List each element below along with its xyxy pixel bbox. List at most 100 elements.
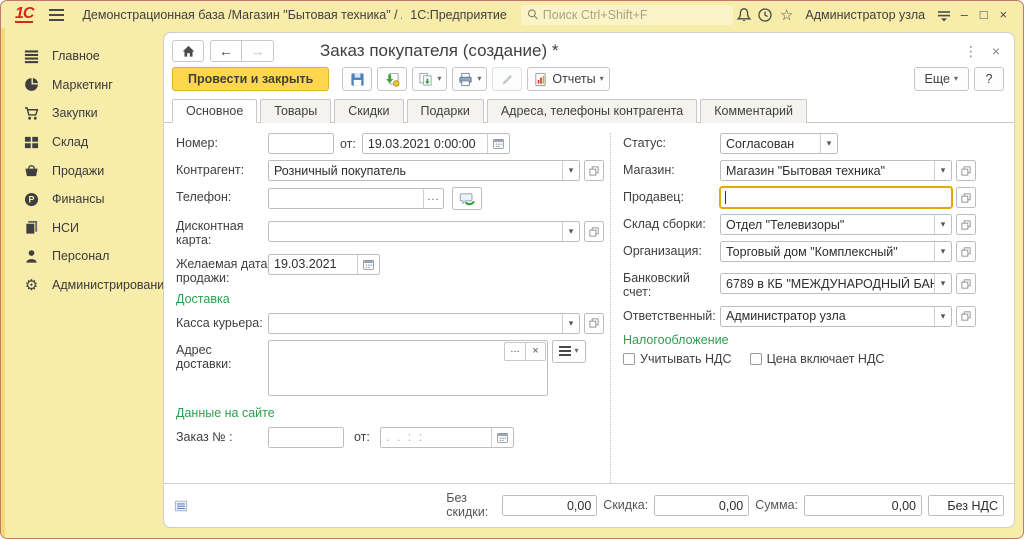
assembly-warehouse-dropdown-icon[interactable]: ▾ [934,215,951,234]
tab-goods[interactable]: Товары [260,99,331,123]
sidebar-item-marketing[interactable]: Маркетинг [5,71,161,100]
window-close-button[interactable]: × [994,7,1014,22]
store-open-button[interactable] [956,160,976,181]
form-close-button[interactable]: × [992,43,1000,59]
sidebar-item-label: НСИ [52,221,79,235]
post-and-close-button[interactable]: Провести и закрыть [172,67,329,91]
status-dropdown-icon[interactable]: ▾ [820,134,837,153]
courier-cash-input[interactable]: ▾ [268,313,580,334]
discount-input[interactable]: 0,00 [654,495,749,516]
order-date-input[interactable]: 19.03.2021 0:00:00 [362,133,510,154]
no-discount-input[interactable]: 0,00 [502,495,597,516]
print-button[interactable]: ▾ [452,67,487,91]
responsible-open-button[interactable] [956,306,976,327]
organization-dropdown-icon[interactable]: ▾ [934,242,951,261]
seller-input-focused[interactable] [720,187,952,208]
forward-button[interactable]: → [242,40,274,62]
desired-date-input[interactable]: 19.03.2021 [268,254,380,275]
service-menu-icon[interactable] [933,4,954,26]
main-menu-icon[interactable] [49,9,64,21]
vat-account-checkbox[interactable]: Учитывать НДС [623,352,732,366]
price-includes-vat-checkbox[interactable]: Цена включает НДС [750,352,885,366]
search-input[interactable] [543,8,728,22]
site-order-no-input[interactable] [268,427,344,448]
bank-account-input[interactable]: 6789 в КБ "МЕЖДУНАРОДНЫЙ БАНК РАЗВИТИЯ ▾ [720,273,952,294]
sidebar-item-administration[interactable]: ⚙ Администрирование [5,271,161,300]
bank-account-open-button[interactable] [956,273,976,294]
copy-button[interactable]: ▾ [412,67,447,91]
field-row-organization: Организация: Торговый дом "Комплексный" … [623,241,976,262]
history-icon[interactable] [755,4,776,26]
bank-account-dropdown-icon[interactable]: ▾ [934,274,951,293]
address-choose-button[interactable]: ... [504,342,525,361]
field-row-bank-account: Банковский счет: 6789 в КБ "МЕЖДУНАРОДНЫ… [623,268,976,300]
delivery-address-input[interactable]: ... × [268,340,548,396]
maximize-button[interactable]: □ [974,7,994,22]
tab-comment[interactable]: Комментарий [700,99,807,123]
sidebar-item-finance[interactable]: P Финансы [5,185,161,214]
minimize-button[interactable]: – [954,7,974,22]
site-order-date-input[interactable]: . . : : [380,427,514,448]
send-sms-button[interactable] [452,187,482,210]
discount-card-open-button[interactable] [584,221,604,242]
home-button[interactable] [172,40,204,62]
back-button[interactable]: ← [210,40,242,62]
cart-icon [24,106,39,121]
copy-icon [418,72,433,87]
calendar-icon[interactable] [491,428,513,447]
organization-input[interactable]: Торговый дом "Комплексный" ▾ [720,241,952,262]
courier-cash-open-button[interactable] [584,313,604,334]
discount-card-dropdown-icon[interactable]: ▾ [562,222,579,241]
open-link-icon [960,246,972,258]
responsible-dropdown-icon[interactable]: ▾ [934,307,951,326]
post-document-button[interactable] [377,67,407,91]
sidebar-item-warehouse[interactable]: Склад [5,128,161,157]
phone-input[interactable]: ... [268,188,444,209]
seller-open-button[interactable] [956,187,976,208]
store-input[interactable]: Магазин "Бытовая техника" ▾ [720,160,952,181]
open-link-icon [588,317,600,329]
tab-discounts[interactable]: Скидки [334,99,403,123]
contractor-open-button[interactable] [584,160,604,181]
more-actions-icon[interactable]: ⋮ [964,43,978,60]
calendar-icon[interactable] [487,134,509,153]
contractor-dropdown-icon[interactable]: ▾ [562,161,579,180]
reports-button[interactable]: Отчеты ▾ [527,67,609,91]
sidebar-item-main[interactable]: Главное [5,42,161,71]
help-button[interactable]: ? [974,67,1004,91]
responsible-input[interactable]: Администратор узла ▾ [720,306,952,327]
status-input[interactable]: Согласован ▾ [720,133,838,154]
organization-open-button[interactable] [956,241,976,262]
sidebar-item-sales[interactable]: Продажи [5,156,161,185]
sidebar-item-personnel[interactable]: Персонал [5,242,161,271]
calendar-icon[interactable] [357,255,379,274]
sidebar-item-nsi[interactable]: НСИ [5,214,161,243]
total-input[interactable]: 0,00 [804,495,922,516]
global-search[interactable] [521,5,734,25]
discount-card-input[interactable]: ▾ [268,221,580,242]
address-clear-button[interactable]: × [525,342,546,361]
user-name[interactable]: Администратор узла [805,8,925,22]
totals-list-icon[interactable] [174,499,188,513]
assembly-warehouse-open-button[interactable] [956,214,976,235]
address-menu-button[interactable]: ▾ [552,340,586,363]
assembly-warehouse-input[interactable]: Отдел "Телевизоры" ▾ [720,214,952,235]
tab-gifts[interactable]: Подарки [407,99,484,123]
phone-choose-button[interactable]: ... [423,189,443,208]
ruble-coin-icon: P [24,192,39,207]
favorites-star-icon[interactable]: ☆ [776,4,797,26]
store-dropdown-icon[interactable]: ▾ [934,161,951,180]
courier-cash-dropdown-icon[interactable]: ▾ [562,314,579,333]
tax-section-header: Налогообложение [623,333,976,347]
save-button[interactable] [342,67,372,91]
sidebar-item-label: Маркетинг [52,78,113,92]
notifications-bell-icon[interactable] [733,4,754,26]
tab-main[interactable]: Основное [172,99,257,123]
sidebar-item-purchases[interactable]: Закупки [5,99,161,128]
form-header: ← → Заказ покупателя (создание) * ⋮ × [164,33,1014,62]
tab-addresses[interactable]: Адреса, телефоны контрагента [487,99,697,123]
number-input[interactable] [268,133,334,154]
contractor-input[interactable]: Розничный покупатель ▾ [268,160,580,181]
more-button[interactable]: Еще ▾ [914,67,969,91]
dropdown-caret-icon: ▾ [477,75,481,83]
